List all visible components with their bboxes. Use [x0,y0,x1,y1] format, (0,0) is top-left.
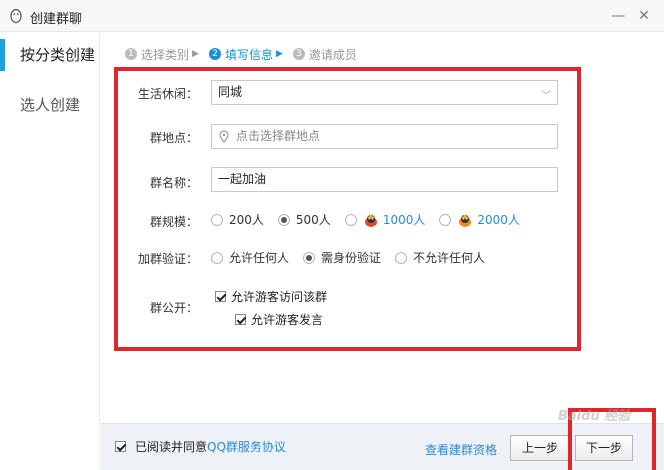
vip-crown-icon [364,213,377,227]
chevron-down-icon: ﹀ [541,91,551,102]
location-input[interactable]: 点击选择群地点 [211,124,558,149]
allow-visitor-speak-checkbox[interactable]: 允许游客发言 [235,311,323,328]
category-label: 生活休闲： [137,87,198,101]
sidebar-item-select-people[interactable]: 选人创建 [0,83,100,127]
step-indicator: 1 选择类别 ▶ 2 填写信息 ▶ 3 邀请成员 [125,44,367,64]
step-invite-members: 3 邀请成员 [292,46,357,63]
prev-step-button[interactable]: 上一步 [510,435,570,461]
step-fill-info: 2 填写信息 ▶ [208,46,283,63]
size-200-radio[interactable]: 200人 [211,211,264,228]
group-size-label: 群规模： [149,215,198,229]
sidebar-item-label: 选人创建 [20,96,81,114]
title-bar: 创建群聊 — ✕ [0,0,664,32]
minimize-icon[interactable]: — [608,6,628,26]
size-500-radio[interactable]: 500人 [277,211,331,228]
join-verify-options: 允许任何人 需身份验证 不允许任何人 [211,249,499,266]
group-name-input[interactable]: 一起加油 [211,167,558,192]
service-agreement-link[interactable]: QQ群服务协议 [207,438,286,455]
group-name-label: 群名称： [149,176,198,190]
chevron-right-icon: ▶ [275,49,283,59]
agree-terms-checkbox[interactable]: 已阅读并同意 QQ群服务协议 [115,438,286,455]
verify-anyone-radio[interactable]: 允许任何人 [211,249,289,266]
group-size-options: 200人 500人 1000人 2000人 [211,211,534,228]
location-label: 群地点： [149,131,198,145]
verify-identity-radio[interactable]: 需身份验证 [303,249,381,266]
size-1000-radio[interactable]: 1000人 [344,211,425,228]
join-verify-label: 加群验证： [137,252,198,266]
sidebar: 按分类创建 选人创建 [0,33,100,470]
sidebar-item-by-category[interactable]: 按分类创建 [0,33,100,77]
map-pin-icon [219,130,229,143]
allow-visitor-access-checkbox[interactable]: 允许游客访问该群 [215,288,327,305]
qq-penguin-icon [10,8,22,24]
sidebar-item-label: 按分类创建 [20,46,96,64]
category-select[interactable]: 同城 ﹀ [211,80,558,105]
step-select-category: 1 选择类别 ▶ [125,46,199,63]
size-2000-radio[interactable]: 2000人 [439,211,520,228]
check-qualification-link[interactable]: 查看建群资格 [425,441,497,458]
group-public-label: 群公开： [149,301,198,315]
watermark: Baidu 经验 [558,409,631,424]
verify-nobody-radio[interactable]: 不允许任何人 [395,249,485,266]
close-icon[interactable]: ✕ [634,6,654,26]
chevron-right-icon: ▶ [192,49,199,59]
svip-crown-icon [459,213,472,227]
window-title: 创建群聊 [30,12,83,27]
